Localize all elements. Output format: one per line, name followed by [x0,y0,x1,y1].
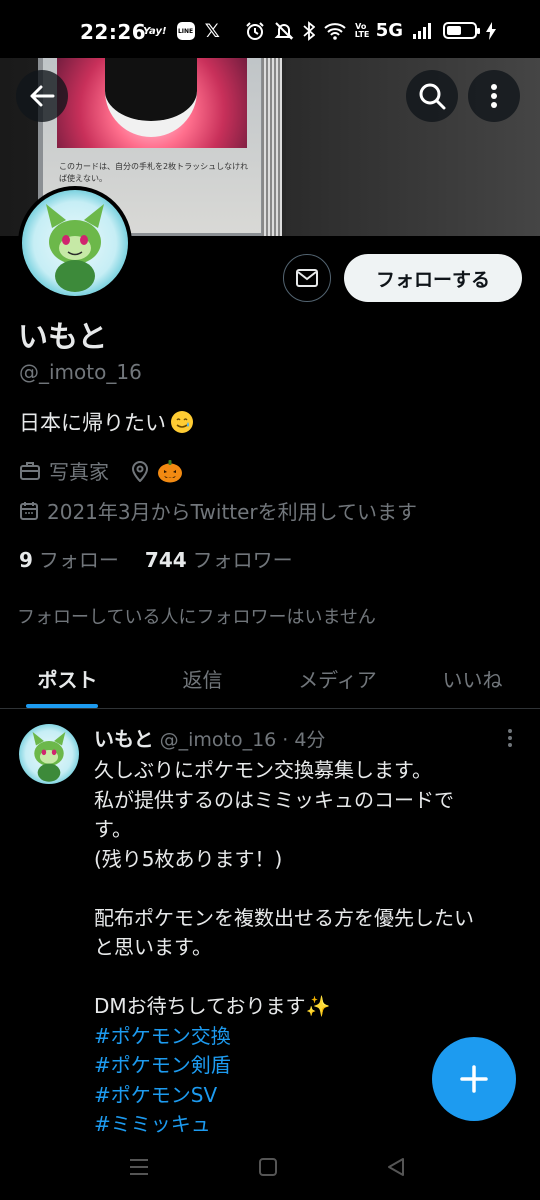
mute-icon [274,21,294,40]
tweet-line: DMお待ちしております✨ [94,992,524,1022]
follow-stats: 9 フォロー 744 フォロワー [19,544,293,573]
message-button[interactable] [283,254,331,302]
status-bar: 22:26 Yay! LINE 𝕏 Vo LTE 5G [0,0,540,58]
tweet-separator: · [282,729,289,751]
profile-meta-category: 写真家 [19,456,183,485]
tweet-author-name[interactable]: いもと [94,723,154,752]
profile-avatar[interactable] [18,186,132,300]
profile-handle: @_imoto_16 [19,360,142,384]
charging-icon [486,21,496,40]
back-arrow-icon [30,85,55,107]
tab-label: いいね [442,667,503,692]
system-icons: Vo LTE 5G [245,20,496,41]
tweet-avatar[interactable] [19,724,79,784]
tweet-line: 配布ポケモンを複数出せる方を優先したい [94,905,474,930]
tweet-line: 久しぶりにポケモン交換募集します。 [94,758,432,782]
battery-icon [443,22,480,39]
tweet-line [94,963,524,993]
divider [0,708,540,709]
card-stack [262,58,282,236]
briefcase-icon [20,461,40,480]
battery-fill [447,26,461,35]
nav-back-icon[interactable] [386,1157,406,1177]
compose-post-button[interactable] [432,1037,516,1121]
mail-icon [296,269,318,287]
tweet-header: いもと @_imoto_16 · 4分 [94,723,325,752]
followers-label: フォロワー [192,548,293,572]
follow-button[interactable]: フォローする [344,254,522,302]
following-label: フォロー [38,548,119,572]
profile-category: 写真家 [49,460,109,484]
tweet-line: (残り5枚あります！) [94,846,283,871]
search-button[interactable] [406,70,458,122]
followers-link[interactable]: 744 フォロワー [145,544,293,573]
x-app-icon: 𝕏 [204,20,220,42]
avatar-image [22,190,128,296]
search-icon [419,83,446,110]
tweet-author-handle[interactable]: @_imoto_16 [160,729,277,751]
compose-plus-icon [460,1065,488,1093]
tab-posts[interactable]: ポスト [0,648,135,708]
status-time: 22:26 [80,20,147,44]
profile-meta-joined: 2021年3月からTwitterを利用しています [19,496,417,525]
profile-bio: 日本に帰りたい [19,407,194,437]
tweet-line [94,874,524,904]
following-count: 9 [19,548,33,572]
mutual-followers-note: フォローしている人にフォロワーはいません [17,607,376,628]
signal-icon [413,22,431,39]
location-pin-icon [131,460,149,482]
tear-smile-emoji [171,411,193,433]
pumpkin-emoji [158,459,182,482]
more-options-button[interactable] [468,70,520,122]
yay-app-icon: Yay! [143,25,167,37]
bluetooth-icon [303,20,315,41]
tab-likes[interactable]: いいね [405,648,540,708]
network-type: 5G [375,20,403,41]
line-app-icon: LINE [176,22,195,40]
volte-indicator: Vo LTE [354,21,370,39]
tab-label: 返信 [182,667,223,692]
wifi-icon [324,22,346,40]
joined-date: 2021年3月からTwitterを利用しています [47,500,418,524]
sparkles-emoji: ✨ [305,994,331,1018]
more-vertical-icon [491,84,497,108]
sprigatito-avatar-art [32,731,66,782]
back-button[interactable] [16,70,68,122]
notification-icons: Yay! LINE 𝕏 [143,20,220,42]
followers-count: 744 [144,548,187,572]
calendar-icon [20,501,38,520]
tab-media[interactable]: メディア [270,648,405,708]
profile-tabs: ポスト 返信 メディア いいね [0,648,540,708]
tweet-line: す。 [94,817,132,841]
tweet-line-text: DMお待ちしております [94,994,306,1018]
tab-label: メディア [298,667,377,692]
tweet-line: 私が提供するのはミミッキュのコードで [94,787,454,812]
alarm-icon [245,21,264,40]
tab-label: ポスト [37,667,98,692]
tweet-time[interactable]: 4分 [294,725,325,752]
nav-home-icon[interactable] [258,1157,278,1177]
card-text: このカードは、自分の手札を2枚トラッシュしなければ使えない。 [59,162,249,183]
following-link[interactable]: 9 フォロー [19,544,119,573]
tab-replies[interactable]: 返信 [135,648,270,708]
nav-menu-icon[interactable] [129,1158,149,1176]
tweet-more-icon[interactable] [498,726,522,750]
profile-name: いもと [18,320,108,355]
bio-text: 日本に帰りたい [19,411,166,435]
tweet-line: と思います。 [94,935,212,959]
sprigatito-avatar-art [46,204,104,292]
